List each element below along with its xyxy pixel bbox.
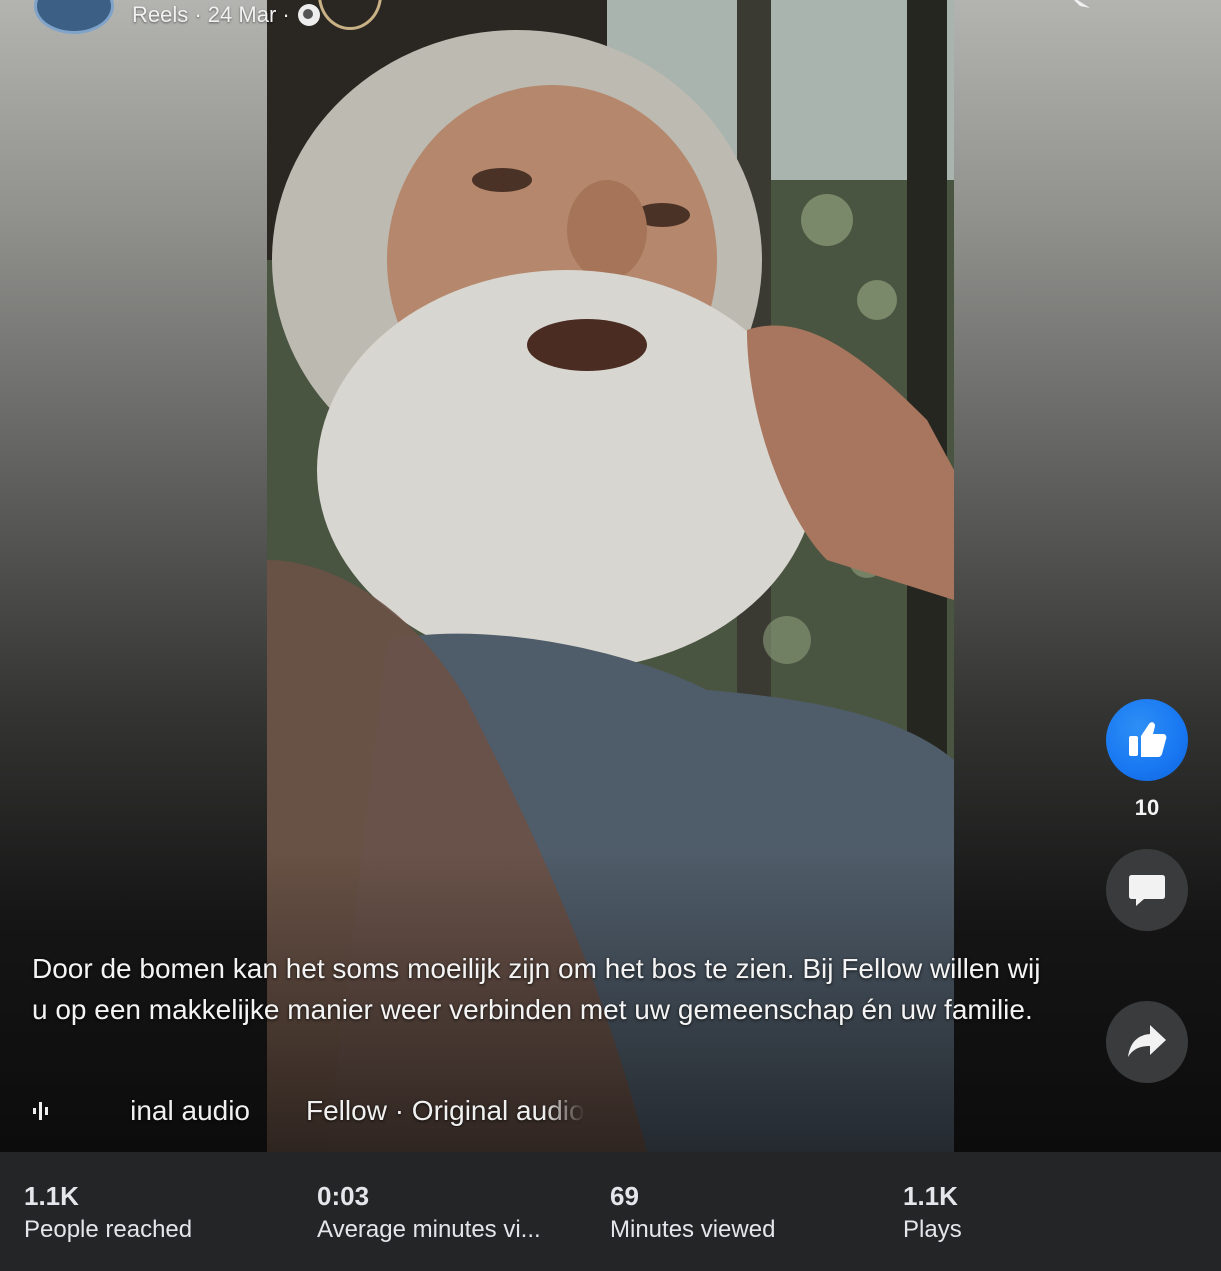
stat-label: Minutes viewed [610,1216,776,1243]
reel-caption: Door de bomen kan het soms moeilijk zijn… [32,953,1041,1025]
thumbs-up-icon [1129,722,1167,757]
stat-value: 69 [610,1181,639,1211]
audio-marquee-faded: inal audio [130,1095,250,1126]
stat-label: Plays [903,1216,962,1243]
like-count: 10 [1134,795,1160,820]
audio-link[interactable]: inal audio Fellow · Original audio [32,1091,592,1131]
stat-average-minutes: 0:03 Average minutes vi... [317,1180,541,1248]
comment-button[interactable] [1106,849,1188,931]
insights-bar: 1.1K People reached 0:03 Average minutes… [0,1152,1221,1271]
stat-label: Average minutes vi... [317,1216,541,1243]
share-button[interactable] [1106,1001,1188,1083]
audio-waveform-icon [33,1102,48,1120]
stat-label: People reached [24,1216,193,1243]
page-avatar[interactable] [34,0,114,34]
audio-marquee-text: Fellow · Original audio [306,1095,585,1126]
post-meta-text: Reels · 24 Mar · [132,2,290,27]
cursor-icon [1074,0,1090,8]
stat-people-reached: 1.1K People reached [24,1180,192,1248]
stat-value: 1.1K [24,1181,79,1211]
stat-minutes-viewed: 69 Minutes viewed [610,1180,775,1248]
like-button[interactable] [1106,699,1188,781]
stat-plays: 1.1K Plays [903,1180,962,1248]
stat-value: 1.1K [903,1181,958,1211]
post-meta: Reels · 24 Mar · [132,2,320,28]
comment-icon [1129,875,1165,906]
stat-value: 0:03 [317,1181,370,1211]
share-icon [1128,1025,1166,1057]
globe-icon [297,4,320,26]
reel-viewer: Reels · 24 Mar · 10 Door de bomen kan he… [0,0,1221,1152]
